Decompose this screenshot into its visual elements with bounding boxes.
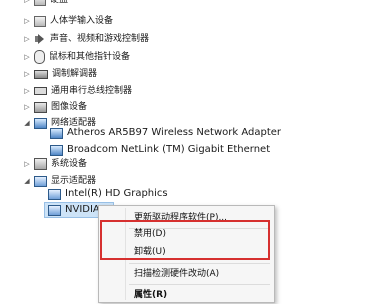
tree-item-system-devices[interactable]: ▷ 系统设备: [22, 156, 87, 172]
network-adapter-icon: [50, 127, 63, 139]
tree-item-mice[interactable]: ▷ 鼠标和其他指针设备: [22, 49, 130, 65]
menu-item-properties[interactable]: 属性(R): [100, 286, 272, 304]
display-adapter-icon: [34, 175, 47, 187]
tree-item-label: 通用串行总线控制器: [51, 86, 133, 96]
menu-item-disable[interactable]: 禁用(D): [100, 225, 272, 243]
tree-item-label: 人体学输入设备: [50, 16, 114, 26]
expand-arrow-icon[interactable]: ▷: [22, 66, 32, 82]
tree-item-label: 调制解调器: [52, 69, 98, 79]
menu-separator: [129, 284, 270, 285]
expand-arrow-icon[interactable]: ▷: [22, 31, 32, 47]
menu-separator: [129, 263, 270, 264]
imaging-device-icon: [34, 101, 47, 113]
collapse-arrow-icon[interactable]: ◢: [22, 173, 32, 189]
tree-item-usb[interactable]: ▷ 通用串行总线控制器: [22, 83, 132, 99]
modem-icon: [34, 69, 48, 79]
expand-arrow-icon[interactable]: ▷: [22, 49, 32, 65]
tree-item-sound[interactable]: ▷ 声音、视频和游戏控制器: [22, 31, 149, 47]
tree-item-modems[interactable]: ▷ 调制解调器: [22, 66, 97, 82]
tree-item-label: 图像设备: [51, 102, 88, 112]
tree-item-disk-drives[interactable]: ▷ 硬盘: [22, 0, 68, 8]
expand-arrow-icon[interactable]: ▷: [22, 156, 32, 172]
tree-item-label: Intel(R) HD Graphics: [65, 188, 168, 199]
menu-item-uninstall[interactable]: 卸载(U): [100, 243, 272, 261]
tree-item-label: Broadcom NetLink (TM) Gigabit Ethernet: [67, 144, 271, 155]
tree-item-intel-graphics[interactable]: Intel(R) HD Graphics: [48, 186, 168, 202]
tree-item-imaging[interactable]: ▷ 图像设备: [22, 99, 87, 115]
collapse-arrow-icon[interactable]: ◢: [22, 115, 32, 131]
tree-item-label: 声音、视频和游戏控制器: [50, 34, 150, 44]
tree-item-label: 鼠标和其他指针设备: [49, 52, 131, 62]
expand-arrow-icon[interactable]: ▷: [22, 99, 32, 115]
network-adapter-icon: [34, 117, 47, 129]
network-adapter-icon: [50, 144, 63, 156]
tree-item-label: Atheros AR5B97 Wireless Network Adapter: [67, 127, 282, 138]
system-device-icon: [34, 158, 47, 170]
expand-arrow-icon[interactable]: ▷: [22, 0, 32, 8]
expand-arrow-icon[interactable]: ▷: [22, 83, 32, 99]
tree-item-label: 硬盘: [50, 0, 69, 5]
display-adapter-icon: [48, 204, 61, 216]
tree-item-label: 系统设备: [51, 159, 88, 169]
context-menu: 更新驱动程序软件(P)... 禁用(D) 卸载(U) 扫描检测硬件改动(A) 属…: [98, 205, 275, 303]
expand-arrow-icon[interactable]: ▷: [22, 13, 32, 29]
tree-item-atheros[interactable]: Atheros AR5B97 Wireless Network Adapter: [50, 125, 281, 141]
mouse-icon: [34, 50, 45, 64]
speaker-icon: [34, 33, 46, 45]
hid-device-icon: [34, 15, 46, 27]
menu-item-scan-hardware[interactable]: 扫描检测硬件改动(A): [100, 265, 272, 283]
tree-item-hid[interactable]: ▷ 人体学输入设备: [22, 13, 113, 29]
usb-port-icon: [34, 87, 47, 95]
disk-drive-icon: [34, 0, 46, 6]
display-adapter-icon: [48, 188, 61, 200]
